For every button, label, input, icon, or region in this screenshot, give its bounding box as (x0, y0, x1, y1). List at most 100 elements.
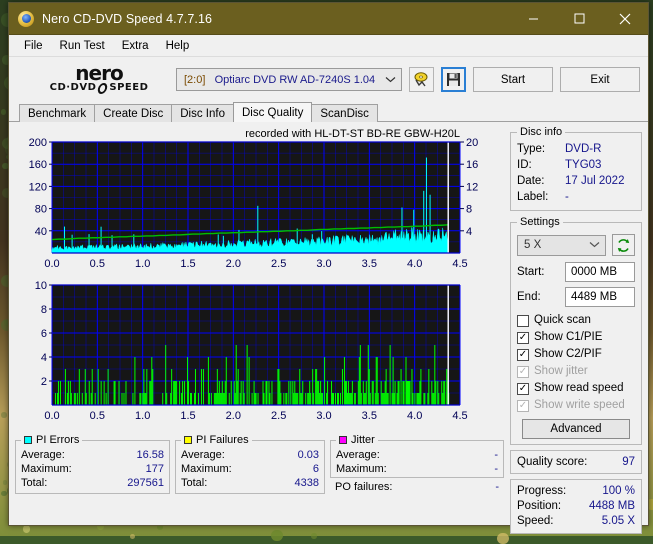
menu-item-help[interactable]: Help (159, 38, 197, 54)
checkbox-label: Show jitter (534, 365, 588, 377)
window-title: Nero CD-DVD Speed 4.7.7.16 (42, 11, 213, 26)
start-input[interactable]: 0000 MB (565, 262, 635, 282)
stat-row: Average: 16.58 (21, 448, 164, 462)
disc-info-legend: Disc info (520, 126, 563, 138)
checkbox-box: ✓ (517, 399, 529, 412)
svg-text:0.0: 0.0 (44, 258, 59, 270)
pi-errors-swatch (24, 436, 32, 444)
checkbox-box: ✓ (517, 348, 529, 361)
checkbox-show-c2-pif[interactable]: ✓ Show C2/PIF (517, 346, 635, 363)
svg-text:4.5: 4.5 (452, 258, 467, 270)
jitter-stats-wrap: Jitter Average: - Maximum: - PO failures… (330, 434, 504, 494)
disc-info-row: Date: 17 Jul 2022 (517, 173, 635, 189)
progress-key: Position: (517, 500, 562, 512)
disc-info-row: Label: - (517, 189, 635, 205)
svg-text:0.5: 0.5 (90, 258, 105, 270)
svg-text:4.5: 4.5 (452, 410, 467, 422)
stat-key: Average: (336, 449, 380, 461)
stat-key: Maximum: (181, 463, 232, 475)
pi-failures-chart: 2 4 6 8 10 0.0 0.5 1.0 1.5 2.0 2.5 3.0 3.5 4.0 4.5 (15, 277, 504, 429)
refresh-icon[interactable] (612, 234, 635, 256)
stat-row: Average: 0.03 (181, 448, 319, 462)
disc-glyph-icon (97, 82, 109, 94)
main-content: recorded with HL-DT-ST BD-RE GBW-H20L 40 8… (9, 121, 648, 534)
tab-disc-info[interactable]: Disc Info (171, 104, 234, 122)
stat-row: Maximum: - (336, 462, 498, 476)
menu-item-extra[interactable]: Extra (115, 38, 156, 54)
disc-info-row: ID: TYG03 (517, 157, 635, 173)
floppy-save-icon[interactable] (441, 67, 466, 92)
progress-value: 100 % (602, 485, 635, 497)
jitter-stats: Jitter Average: - Maximum: - (330, 434, 504, 478)
pi-failures-swatch (184, 436, 192, 444)
start-button[interactable]: Start (473, 67, 553, 92)
tab-scandisc[interactable]: ScanDisc (311, 104, 378, 122)
checkbox-show-c1-pie[interactable]: ✓ Show C1/PIE (517, 329, 635, 346)
svg-text:2: 2 (41, 376, 47, 388)
progress-key: Progress: (517, 485, 567, 497)
advanced-button[interactable]: Advanced (522, 419, 630, 439)
pi-errors-legend: PI Errors (21, 434, 82, 446)
wallpaper-blob (22, 525, 31, 533)
checkbox-show-write-speed: ✓ Show write speed (517, 397, 635, 414)
checkbox-show-read-speed[interactable]: ✓ Show read speed (517, 380, 635, 397)
svg-text:16: 16 (466, 159, 478, 171)
start-label: Start: (517, 266, 545, 278)
disc-info-key: Type: (517, 143, 546, 155)
svg-text:80: 80 (35, 204, 47, 216)
eject-disc-icon[interactable] (409, 67, 434, 92)
stat-value: - (494, 449, 498, 461)
tab-create-disc[interactable]: Create Disc (94, 104, 173, 122)
drive-name: Optiarc DVD RW AD-7240S 1.04 (214, 73, 376, 86)
pi-failures-legend-label: PI Failures (196, 434, 249, 446)
speed-select[interactable]: 5 X (517, 234, 606, 256)
end-label: End: (517, 291, 541, 303)
disc-info-value: 17 Jul 2022 (565, 175, 625, 187)
po-failures-row: PO failures: - (330, 478, 504, 494)
disc-info-key: ID: (517, 159, 532, 171)
jitter-swatch (339, 436, 347, 444)
stat-row: Total: 4338 (181, 476, 319, 490)
wallpaper-blob (311, 533, 317, 539)
progress-row: Progress: 100 % (517, 484, 635, 499)
stat-key: Average: (181, 449, 225, 461)
checkbox-label: Show write speed (534, 399, 625, 411)
drive-select-text: [2:0] Optiarc DVD RW AD-7240S 1.04 (184, 74, 381, 86)
tab-benchmark[interactable]: Benchmark (19, 104, 96, 122)
svg-text:200: 200 (29, 137, 47, 149)
wallpaper-blob (129, 534, 135, 539)
menu-item-run-test[interactable]: Run Test (53, 38, 112, 54)
maximize-icon[interactable] (556, 3, 602, 34)
disc-info-value: TYG03 (565, 159, 602, 171)
checkbox-quick-scan[interactable]: Quick scan (517, 312, 635, 329)
pi-errors-stats: PI Errors Average: 16.58 Maximum: 177 To… (15, 434, 170, 494)
stat-key: Average: (21, 449, 65, 461)
menu-item-file[interactable]: File (17, 38, 50, 54)
wallpaper-blob (2, 480, 8, 485)
stat-key: Total: (181, 477, 208, 489)
stat-row: Average: - (336, 448, 498, 462)
checkbox-label: Show read speed (534, 382, 624, 394)
wallpaper-blob (0, 109, 6, 115)
drive-select[interactable]: [2:0] Optiarc DVD RW AD-7240S 1.04 (176, 68, 402, 91)
close-icon[interactable] (602, 3, 648, 34)
logo-subtitle-left: CD·DVD (49, 82, 97, 93)
exit-button[interactable]: Exit (560, 67, 640, 92)
tab-disc-quality[interactable]: Disc Quality (233, 102, 313, 122)
stat-value: 4338 (294, 477, 319, 489)
wallpaper-blob (1, 412, 7, 418)
checkbox-label: Show C1/PIE (534, 331, 603, 343)
svg-text:6: 6 (41, 328, 47, 340)
svg-text:0.0: 0.0 (44, 410, 59, 422)
svg-text:40: 40 (35, 226, 47, 238)
stat-key: Total: (21, 477, 48, 489)
svg-text:3.0: 3.0 (316, 258, 331, 270)
checkbox-box (517, 314, 529, 327)
pi-errors-chart-svg: recorded with HL-DT-ST BD-RE GBW-H20L 40 8… (29, 128, 479, 270)
disc-info-value: DVD-R (565, 143, 602, 155)
svg-text:10: 10 (35, 280, 47, 292)
svg-text:recorded with HL-DT-ST BD-RE: recorded with HL-DT-ST BD-RE GBW-H20L (245, 128, 460, 140)
disc-info-value: - (565, 191, 569, 203)
end-input[interactable]: 4489 MB (565, 287, 635, 307)
minimize-icon[interactable] (510, 3, 556, 34)
